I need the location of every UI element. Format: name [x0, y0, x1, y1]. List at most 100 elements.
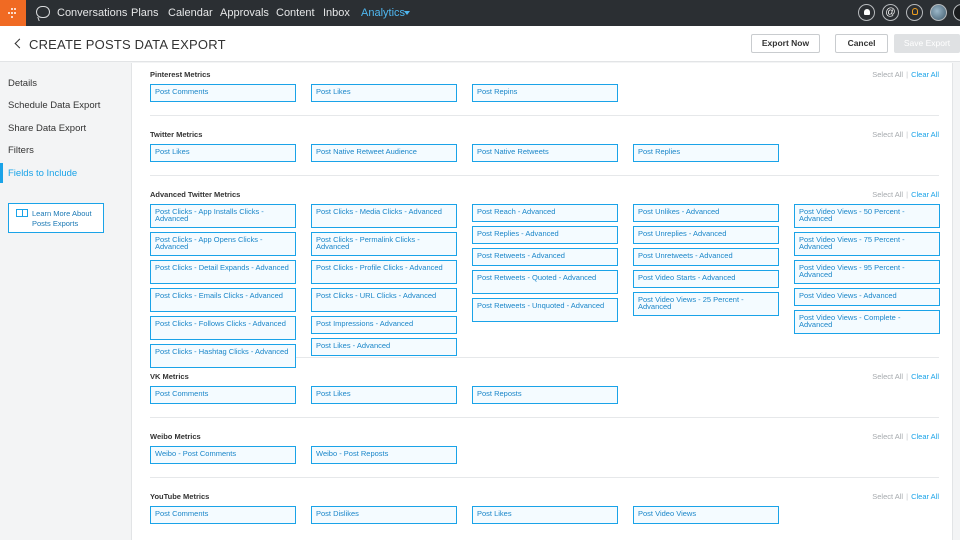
metric-field-chip[interactable]: Post Video Views - Complete - Advanced — [794, 310, 940, 334]
metric-field-chip[interactable]: Post Dislikes — [311, 506, 457, 524]
metric-field-chip[interactable]: Weibo - Post Reposts — [311, 446, 457, 464]
page-title: CREATE POSTS DATA EXPORT — [29, 37, 226, 52]
metric-field-chip[interactable]: Post Retweets - Advanced — [472, 248, 618, 266]
lightbulb-icon[interactable] — [906, 4, 923, 21]
metrics-section: Advanced Twitter Metrics Select All | Clear… — [150, 183, 940, 368]
cancel-button[interactable]: Cancel — [835, 34, 888, 53]
metric-field-chip[interactable]: Post Reposts — [472, 386, 618, 404]
metric-field-chip[interactable]: Post Native Retweets — [472, 144, 618, 162]
section-actions: Select All | Clear All — [872, 130, 939, 139]
clear-all-link[interactable]: Clear All — [911, 372, 939, 381]
metric-field-chip[interactable]: Post Video Views — [633, 506, 779, 524]
nav-analytics[interactable]: Analytics — [361, 7, 405, 19]
metric-field-chip[interactable]: Post Video Views - 95 Percent - Advanced — [794, 260, 940, 284]
section-actions: Select All | Clear All — [872, 70, 939, 79]
clear-all-link[interactable]: Clear All — [911, 492, 939, 501]
metric-field-chip[interactable]: Post Unretweets - Advanced — [633, 248, 779, 266]
sidebar-item-fields[interactable]: Fields to Include — [8, 168, 77, 179]
metric-field-chip[interactable]: Post Clicks - Profile Clicks - Advanced — [311, 260, 457, 284]
metric-field-chip[interactable]: Post Clicks - Detail Expands - Advanced — [150, 260, 296, 284]
metric-field-chip[interactable]: Post Reach - Advanced — [472, 204, 618, 222]
metric-field-chip[interactable]: Post Clicks - URL Clicks - Advanced — [311, 288, 457, 312]
nav-conversations[interactable]: Conversations — [57, 7, 127, 19]
metric-field-chip[interactable]: Post Video Views - 50 Percent - Advanced — [794, 204, 940, 228]
sidebar: Details Schedule Data Export Share Data … — [0, 63, 118, 540]
section-title: Weibo Metrics — [150, 432, 201, 441]
nav-plans[interactable]: Plans — [131, 7, 159, 19]
nav-content[interactable]: Content — [276, 7, 315, 19]
bell-icon[interactable] — [858, 4, 875, 21]
metric-field-chip[interactable]: Post Unlikes - Advanced — [633, 204, 779, 222]
at-icon[interactable]: @ — [882, 4, 899, 21]
metric-field-chip[interactable]: Post Clicks - App Opens Clicks - Advance… — [150, 232, 296, 256]
select-all-link[interactable]: Select All — [872, 432, 903, 441]
metric-field-chip[interactable]: Post Replies - Advanced — [472, 226, 618, 244]
metric-field-chip[interactable]: Post Clicks - Permalink Clicks - Advance… — [311, 232, 457, 256]
clear-all-link[interactable]: Clear All — [911, 190, 939, 199]
metric-field-chip[interactable]: Post Clicks - Emails Clicks - Advanced — [150, 288, 296, 312]
metric-field-chip[interactable]: Post Video Views - 25 Percent - Advanced — [633, 292, 779, 316]
sidebar-item-filters[interactable]: Filters — [8, 145, 34, 156]
metric-field-chip[interactable]: Post Repins — [472, 84, 618, 102]
metric-field-chip[interactable]: Post Video Views - 75 Percent - Advanced — [794, 232, 940, 256]
metric-field-chip[interactable]: Post Retweets - Quoted - Advanced — [472, 270, 618, 294]
metric-field-chip[interactable]: Post Likes — [472, 506, 618, 524]
section-title: Advanced Twitter Metrics — [150, 190, 241, 199]
page-header: CREATE POSTS DATA EXPORT Export Now Canc… — [0, 26, 960, 62]
metrics-section: YouTube Metrics Select All | Clear All Post … — [150, 485, 939, 540]
select-all-link[interactable]: Select All — [872, 492, 903, 501]
metric-field-chip[interactable]: Post Replies — [633, 144, 779, 162]
metric-field-chip[interactable]: Post Comments — [150, 84, 296, 102]
metric-field-chip[interactable]: Post Unreplies - Advanced — [633, 226, 779, 244]
metric-field-chip[interactable]: Post Impressions - Advanced — [311, 316, 457, 334]
back-chevron-icon[interactable] — [14, 38, 25, 49]
metric-field-chip[interactable]: Post Video Starts - Advanced — [633, 270, 779, 288]
metric-field-chip[interactable]: Post Clicks - App Installs Clicks - Adva… — [150, 204, 296, 228]
learn-more-link[interactable]: Learn More About Posts Exports — [8, 203, 104, 233]
metric-field-chip[interactable]: Post Retweets - Unquoted - Advanced — [472, 298, 618, 322]
sidebar-item-details[interactable]: Details — [8, 78, 37, 89]
sidebar-item-share[interactable]: Share Data Export — [8, 123, 86, 134]
fields-panel: Pinterest Metrics Select All | Clear All Pos… — [131, 63, 953, 540]
metric-field-chip[interactable]: Post Likes — [150, 144, 296, 162]
sidebar-item-schedule[interactable]: Schedule Data Export — [8, 100, 100, 111]
chevron-down-icon[interactable] — [404, 11, 410, 15]
nav-calendar[interactable]: Calendar — [168, 7, 213, 19]
metric-field-chip[interactable]: Post Video Views - Advanced — [794, 288, 940, 306]
clear-all-link[interactable]: Clear All — [911, 130, 939, 139]
save-export-button[interactable]: Save Export — [894, 34, 960, 53]
select-all-link[interactable]: Select All — [872, 70, 903, 79]
metric-field-chip[interactable]: Post Likes — [311, 84, 457, 102]
metric-field-chip[interactable]: Post Clicks - Media Clicks - Advanced — [311, 204, 457, 228]
avatar[interactable] — [930, 4, 947, 21]
separator: | — [906, 372, 909, 381]
separator: | — [906, 432, 909, 441]
metric-field-chip[interactable]: Post Comments — [150, 386, 296, 404]
section-title: YouTube Metrics — [150, 492, 210, 501]
metrics-section: VK Metrics Select All | Clear All Post Comme… — [150, 365, 939, 418]
metric-field-chip[interactable]: Weibo - Post Comments — [150, 446, 296, 464]
metric-field-chip[interactable]: Post Comments — [150, 506, 296, 524]
metrics-section: Pinterest Metrics Select All | Clear All Pos… — [150, 63, 939, 116]
select-all-link[interactable]: Select All — [872, 190, 903, 199]
clear-all-link[interactable]: Clear All — [911, 70, 939, 79]
section-title: Pinterest Metrics — [150, 70, 211, 79]
nav-inbox[interactable]: Inbox — [323, 7, 350, 19]
clear-all-link[interactable]: Clear All — [911, 432, 939, 441]
avatar[interactable] — [953, 4, 960, 21]
metrics-section: Twitter Metrics Select All | Clear All Post … — [150, 123, 939, 176]
separator: | — [906, 190, 909, 199]
hootsuite-logo[interactable] — [0, 0, 26, 26]
metric-field-chip[interactable]: Post Likes — [311, 386, 457, 404]
metrics-section: Weibo Metrics Select All | Clear All Weibo -… — [150, 425, 939, 478]
section-actions: Select All | Clear All — [872, 492, 939, 501]
section-actions: Select All | Clear All — [872, 372, 939, 381]
select-all-link[interactable]: Select All — [872, 130, 903, 139]
metric-field-chip[interactable]: Post Likes - Advanced — [311, 338, 457, 356]
nav-approvals[interactable]: Approvals — [220, 7, 269, 19]
metric-field-chip[interactable]: Post Native Retweet Audience — [311, 144, 457, 162]
section-title: Twitter Metrics — [150, 130, 203, 139]
metric-field-chip[interactable]: Post Clicks - Follows Clicks - Advanced — [150, 316, 296, 340]
select-all-link[interactable]: Select All — [872, 372, 903, 381]
export-now-button[interactable]: Export Now — [751, 34, 820, 53]
